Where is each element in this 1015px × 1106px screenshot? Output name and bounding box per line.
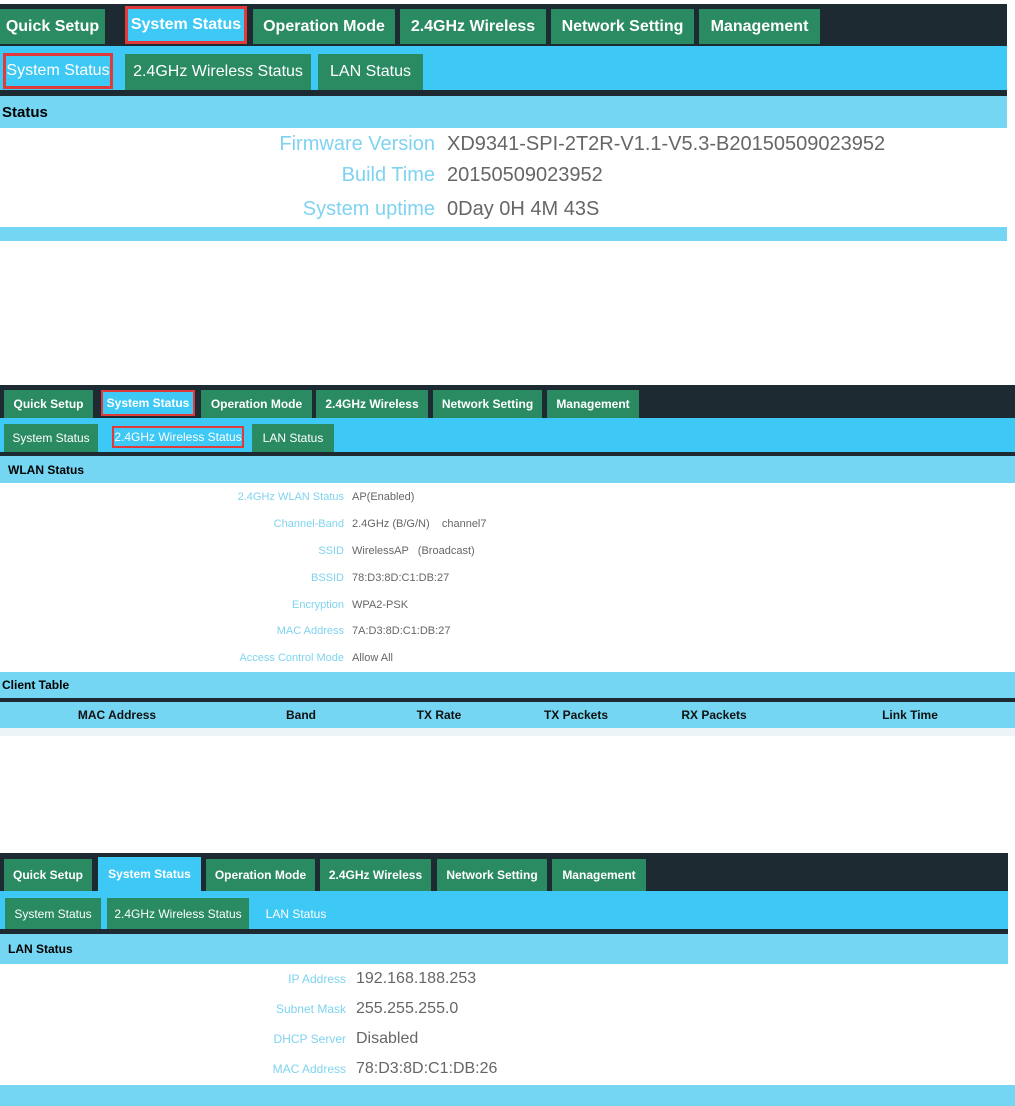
field-row: 2.4GHz WLAN Status AP(Enabled) bbox=[0, 488, 415, 506]
section-title: WLAN Status bbox=[0, 456, 1015, 483]
field-label: Build Time bbox=[341, 163, 435, 186]
field-row: System uptime 0Day 0H 4M 43S bbox=[0, 196, 600, 222]
field-row: IP Address 192.168.188.253 bbox=[0, 968, 476, 990]
subtab-wireless-status[interactable]: 2.4GHz Wireless Status bbox=[112, 426, 244, 448]
tab-network-setting[interactable]: Network Setting bbox=[433, 390, 542, 418]
column-header: TX Rate bbox=[416, 708, 462, 722]
tab-network-setting[interactable]: Network Setting bbox=[551, 9, 694, 44]
column-header: Band bbox=[286, 708, 316, 722]
subtab-lan-status[interactable]: LAN Status bbox=[252, 424, 334, 452]
tab-network-setting[interactable]: Network Setting bbox=[437, 859, 547, 891]
footer-bar bbox=[0, 227, 1007, 241]
field-label: IP Address bbox=[288, 972, 346, 986]
field-row: Subnet Mask 255.255.255.0 bbox=[0, 998, 458, 1020]
field-row: Encryption WPA2-PSK bbox=[0, 596, 408, 614]
field-row: DHCP Server Disabled bbox=[0, 1028, 419, 1050]
column-header: Link Time bbox=[882, 708, 938, 722]
field-value: AP(Enabled) bbox=[352, 491, 415, 503]
field-value: 78:D3:8D:C1:DB:26 bbox=[356, 1060, 498, 1077]
field-label: 2.4GHz WLAN Status bbox=[237, 491, 344, 503]
tab-quick-setup[interactable]: Quick Setup bbox=[4, 390, 93, 418]
tab-system-status[interactable]: System Status bbox=[125, 6, 247, 44]
tab-operation-mode[interactable]: Operation Mode bbox=[201, 390, 312, 418]
field-label: Firmware Version bbox=[279, 132, 435, 155]
column-header: TX Packets bbox=[543, 708, 609, 722]
field-value: 2.4GHz (B/G/N) channel7 bbox=[352, 518, 487, 530]
tab-operation-mode[interactable]: Operation Mode bbox=[206, 859, 315, 891]
field-label: MAC Address bbox=[272, 1062, 346, 1076]
field-row: MAC Address 78:D3:8D:C1:DB:26 bbox=[0, 1058, 498, 1080]
field-label: BSSID bbox=[310, 572, 344, 584]
tab-2-4ghz-wireless[interactable]: 2.4GHz Wireless bbox=[320, 859, 431, 891]
field-label: SSID bbox=[318, 545, 344, 557]
column-header: MAC Address bbox=[77, 708, 157, 722]
field-row: SSID WirelessAP (Broadcast) bbox=[0, 542, 475, 560]
field-value: WirelessAP (Broadcast) bbox=[352, 545, 475, 557]
field-value: Allow All bbox=[352, 652, 393, 664]
tab-management[interactable]: Management bbox=[547, 390, 639, 418]
field-value: 0Day 0H 4M 43S bbox=[447, 197, 600, 220]
client-table-body bbox=[0, 728, 1015, 736]
subtab-lan-status[interactable]: LAN Status bbox=[255, 898, 337, 929]
client-table-title: Client Table bbox=[0, 672, 1015, 698]
section-title: LAN Status bbox=[0, 934, 1008, 964]
tab-management[interactable]: Management bbox=[552, 859, 646, 891]
subtab-wireless-status[interactable]: 2.4GHz Wireless Status bbox=[125, 54, 311, 90]
subtab-system-status[interactable]: System Status bbox=[4, 424, 98, 452]
field-label: Access Control Mode bbox=[239, 652, 344, 664]
field-label: Subnet Mask bbox=[275, 1002, 346, 1016]
field-value: 20150509023952 bbox=[447, 163, 603, 186]
field-value: WPA2-PSK bbox=[352, 599, 409, 611]
tab-quick-setup[interactable]: Quick Setup bbox=[0, 9, 105, 44]
tab-2-4ghz-wireless[interactable]: 2.4GHz Wireless bbox=[316, 390, 428, 418]
tab-management[interactable]: Management bbox=[699, 9, 820, 44]
subtab-system-status[interactable]: System Status bbox=[3, 53, 113, 89]
subtab-lan-status[interactable]: LAN Status bbox=[318, 54, 423, 90]
field-row: Build Time 20150509023952 bbox=[0, 162, 603, 188]
field-row: BSSID 78:D3:8D:C1:DB:27 bbox=[0, 569, 449, 587]
field-row: Access Control Mode Allow All bbox=[0, 649, 393, 667]
field-value: Disabled bbox=[356, 1030, 419, 1047]
tab-system-status[interactable]: System Status bbox=[101, 390, 195, 416]
field-label: Encryption bbox=[292, 599, 344, 611]
field-value: 78:D3:8D:C1:DB:27 bbox=[352, 572, 450, 584]
field-value: 255.255.255.0 bbox=[356, 1000, 459, 1017]
field-value: XD9341-SPI-2T2R-V1.1-V5.3-B2015050902395… bbox=[447, 132, 886, 155]
field-label: MAC Address bbox=[276, 625, 344, 637]
tab-quick-setup[interactable]: Quick Setup bbox=[4, 859, 92, 891]
field-row: MAC Address 7A:D3:8D:C1:DB:27 bbox=[0, 622, 451, 640]
field-value: 7A:D3:8D:C1:DB:27 bbox=[352, 625, 451, 637]
tab-operation-mode[interactable]: Operation Mode bbox=[253, 9, 395, 44]
subtab-wireless-status[interactable]: 2.4GHz Wireless Status bbox=[107, 898, 249, 929]
footer-bar bbox=[0, 1085, 1015, 1106]
column-header: RX Packets bbox=[681, 708, 747, 722]
field-label: System uptime bbox=[302, 197, 435, 220]
tab-2-4ghz-wireless[interactable]: 2.4GHz Wireless bbox=[400, 9, 546, 44]
field-label: Channel-Band bbox=[273, 518, 344, 530]
section-title: Status bbox=[0, 96, 1007, 128]
field-row: Channel-Band 2.4GHz (B/G/N) channel7 bbox=[0, 515, 487, 533]
field-label: DHCP Server bbox=[273, 1032, 346, 1046]
field-row: Firmware Version XD9341-SPI-2T2R-V1.1-V5… bbox=[0, 131, 885, 157]
subtab-system-status[interactable]: System Status bbox=[5, 898, 101, 929]
tab-system-status[interactable]: System Status bbox=[98, 857, 201, 891]
field-value: 192.168.188.253 bbox=[356, 970, 477, 987]
